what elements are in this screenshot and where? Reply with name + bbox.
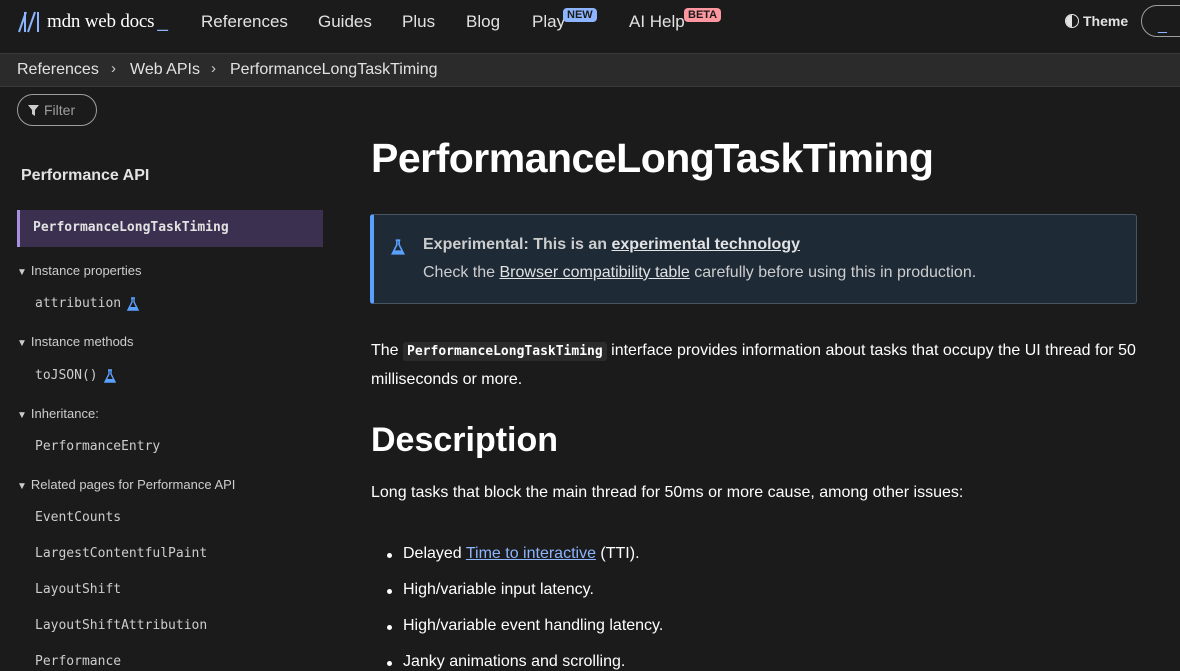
sidebar-item-eventcounts[interactable]: EventCounts xyxy=(35,510,121,525)
inline-code: PerformanceLongTaskTiming xyxy=(403,342,607,361)
time-to-interactive-link[interactable]: Time to interactive xyxy=(466,545,596,562)
description-paragraph: Long tasks that block the main thread fo… xyxy=(371,484,964,501)
triangle-down-icon: ▼ xyxy=(17,267,27,278)
list-item: High/variable event handling latency. xyxy=(386,617,664,634)
page-title: PerformanceLongTaskTiming xyxy=(371,135,934,181)
top-navigation: mdn web docs _ References Guides Plus Bl… xyxy=(0,0,1180,54)
nav-references[interactable]: References xyxy=(201,12,288,32)
list-item: Janky animations and scrolling. xyxy=(386,653,626,670)
sidebar-group-instance-properties[interactable]: ▼ Instance properties xyxy=(17,263,141,278)
nav-ai-help[interactable]: AI Help xyxy=(629,12,685,32)
nav-play[interactable]: Play xyxy=(532,12,565,32)
chevron-right-icon: › xyxy=(111,60,116,77)
breadcrumb-current[interactable]: PerformanceLongTaskTiming xyxy=(230,61,438,79)
beta-badge: BETA xyxy=(684,8,722,22)
triangle-down-icon: ▼ xyxy=(17,410,27,421)
theme-label: Theme xyxy=(1083,13,1129,29)
sidebar-item-attribution[interactable]: attribution xyxy=(35,296,140,311)
triangle-down-icon: ▼ xyxy=(17,481,27,492)
experimental-notice: Experimental: This is an experimental te… xyxy=(370,214,1137,304)
sidebar-item-performance[interactable]: Performance xyxy=(35,654,121,669)
search-cursor: _ xyxy=(1158,17,1167,34)
sidebar-group-instance-methods[interactable]: ▼ Instance methods xyxy=(17,334,134,349)
intro-paragraph: The PerformanceLongTaskTiming interface … xyxy=(371,342,1136,388)
mdn-logo-icon xyxy=(18,11,39,33)
sidebar-item-active[interactable]: PerformanceLongTaskTiming xyxy=(17,210,323,247)
experimental-flask-icon xyxy=(391,239,405,255)
sidebar-filter-input[interactable]: Filter xyxy=(17,94,97,126)
browser-compat-link[interactable]: Browser compatibility table xyxy=(499,264,689,281)
mdn-logo[interactable]: mdn web docs _ xyxy=(17,10,168,34)
experimental-flask-icon xyxy=(103,368,116,383)
theme-button[interactable]: Theme xyxy=(1065,13,1128,29)
sidebar-item-tojson[interactable]: toJSON() xyxy=(35,368,116,383)
sidebar-item-layoutshiftattribution[interactable]: LayoutShiftAttribution xyxy=(35,618,207,633)
nav-plus[interactable]: Plus xyxy=(402,12,435,32)
list-item: High/variable input latency. xyxy=(387,581,594,598)
filter-placeholder: Filter xyxy=(44,102,76,118)
sidebar-heading[interactable]: Performance API xyxy=(21,167,149,185)
nav-guides[interactable]: Guides xyxy=(318,12,372,32)
nav-blog[interactable]: Blog xyxy=(466,12,500,32)
notice-body: Check the Browser compatibility table ca… xyxy=(423,264,977,281)
sidebar-group-related-pages[interactable]: ▼ Related pages for Performance API xyxy=(17,477,235,492)
theme-icon xyxy=(1065,14,1079,28)
description-heading: Description xyxy=(371,421,559,459)
breadcrumb: References › Web APIs › PerformanceLongT… xyxy=(0,54,1180,87)
search-button[interactable]: _ xyxy=(1141,5,1180,37)
sidebar-item-label: PerformanceLongTaskTiming xyxy=(33,220,229,235)
logo-cursor: _ xyxy=(157,11,168,32)
sidebar-group-inheritance[interactable]: ▼ Inheritance: xyxy=(17,406,99,421)
chevron-right-icon: › xyxy=(211,60,216,77)
sidebar-item-largestcontentfulpaint[interactable]: LargestContentfulPaint xyxy=(35,546,207,561)
sidebar-item-layoutshift[interactable]: LayoutShift xyxy=(35,582,121,597)
breadcrumb-web-apis[interactable]: Web APIs xyxy=(130,61,200,79)
filter-icon xyxy=(28,104,39,116)
notice-title: Experimental: This is an experimental te… xyxy=(423,236,801,253)
breadcrumb-references[interactable]: References xyxy=(17,61,99,79)
new-badge: NEW xyxy=(563,8,597,22)
triangle-down-icon: ▼ xyxy=(17,338,27,349)
experimental-technology-link[interactable]: experimental technology xyxy=(612,236,801,253)
experimental-flask-icon xyxy=(127,296,140,311)
list-item: Delayed Time to interactive (TTI). xyxy=(387,545,640,562)
logo-text: mdn web docs xyxy=(47,11,155,32)
sidebar-item-performanceentry[interactable]: PerformanceEntry xyxy=(35,439,160,454)
